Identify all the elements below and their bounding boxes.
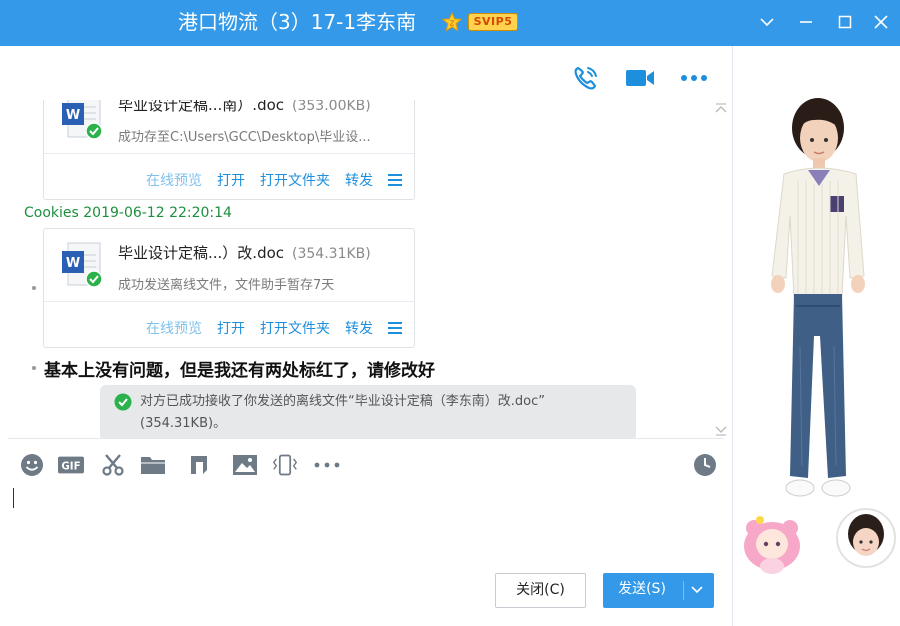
open-link[interactable]: 打开 (217, 170, 245, 190)
menu-icon[interactable] (388, 322, 402, 334)
svg-text:W: W (66, 108, 80, 123)
svip-badge: SVIP5 (468, 13, 518, 31)
avatar-figure-image (744, 98, 896, 574)
emoji-icon[interactable] (19, 452, 45, 478)
card-divider (44, 153, 414, 154)
file-card: W 毕业设计定稿...）改.doc (354.31KB) 成功发送离线文件，文件助… (43, 228, 415, 348)
check-circle-icon (114, 393, 132, 411)
text-input[interactable] (13, 488, 14, 508)
file-name[interactable]: 毕业设计定稿...南）.doc (118, 100, 284, 114)
avatar-panel (734, 46, 900, 626)
card-divider (44, 301, 414, 302)
word-file-icon: W (62, 100, 103, 140)
message-list[interactable]: W 毕业设计定稿...南）.doc (353.00KB) 成功存至C:\Users… (0, 100, 733, 438)
vip-crown-icon: Z (442, 12, 462, 32)
svg-text:W: W (66, 256, 80, 271)
input-divider (8, 438, 724, 439)
preview-online-link[interactable]: 在线预览 (146, 318, 202, 338)
folder-icon[interactable] (140, 452, 166, 478)
text-message: 基本上没有问题，但是我还有两处标红了，请修改好 (44, 361, 435, 381)
file-card: W 毕业设计定稿...南）.doc (353.00KB) 成功存至C:\Users… (43, 100, 415, 200)
system-notice: 对方已成功接收了你发送的离线文件“毕业设计定稿（李东南）改.doc” (354.… (100, 385, 636, 438)
shake-icon[interactable] (272, 452, 298, 478)
video-call-icon[interactable] (624, 62, 656, 94)
forward-link[interactable]: 转发 (345, 318, 373, 338)
maximize-icon[interactable] (830, 8, 860, 36)
history-clock-icon[interactable] (692, 452, 718, 478)
gif-icon[interactable]: GIF (58, 452, 84, 478)
svg-text:Z: Z (450, 20, 455, 28)
window-title: 港口物流（3）17-1李东南 (178, 10, 417, 34)
menu-icon[interactable] (388, 174, 402, 186)
close-button[interactable]: 关闭(C) (495, 573, 586, 608)
scroll-down-icon[interactable] (715, 426, 727, 436)
chevron-down-icon[interactable] (752, 8, 782, 36)
forward-link[interactable]: 转发 (345, 170, 373, 190)
notice-text-line1: 对方已成功接收了你发送的离线文件“毕业设计定稿（李东南）改.doc” (140, 394, 545, 409)
send-button-separator (683, 581, 684, 600)
notice-text-line2: (354.31KB)。 (140, 416, 227, 431)
music-icon[interactable] (186, 452, 212, 478)
open-link[interactable]: 打开 (217, 318, 245, 338)
scroll-up-icon[interactable] (715, 103, 727, 113)
preview-online-link[interactable]: 在线预览 (146, 170, 202, 190)
message-bullet (32, 366, 36, 370)
title-bar: 港口物流（3）17-1李东南 Z SVIP5 (0, 0, 900, 46)
send-options-chevron-icon[interactable] (691, 585, 703, 595)
image-icon[interactable] (232, 452, 258, 478)
more-icon[interactable] (678, 62, 710, 94)
file-actions: 在线预览 打开 打开文件夹 转发 (146, 170, 402, 190)
word-file-icon: W (62, 242, 103, 288)
send-button-label: 发送(S) (618, 581, 666, 597)
file-size: (353.00KB) (292, 100, 371, 114)
minimize-icon[interactable] (791, 8, 821, 36)
more-tools-icon[interactable] (314, 452, 340, 478)
send-button[interactable]: 发送(S) (603, 573, 714, 608)
open-folder-link[interactable]: 打开文件夹 (260, 318, 330, 338)
sender-timestamp: Cookies 2019-06-12 22:20:14 (24, 205, 232, 221)
scissors-icon[interactable] (100, 452, 126, 478)
open-folder-link[interactable]: 打开文件夹 (260, 170, 330, 190)
file-status: 成功发送离线文件，文件助手暂存7天 (118, 278, 335, 293)
file-status: 成功存至C:\Users\GCC\Desktop\毕业设... (118, 130, 371, 145)
file-size: (354.31KB) (292, 246, 371, 262)
file-actions: 在线预览 打开 打开文件夹 转发 (146, 318, 402, 338)
message-bullet (32, 286, 36, 290)
phone-call-icon[interactable] (570, 62, 602, 94)
svg-text:GIF: GIF (61, 462, 80, 473)
close-icon[interactable] (866, 8, 896, 36)
file-name[interactable]: 毕业设计定稿...）改.doc (118, 244, 284, 262)
